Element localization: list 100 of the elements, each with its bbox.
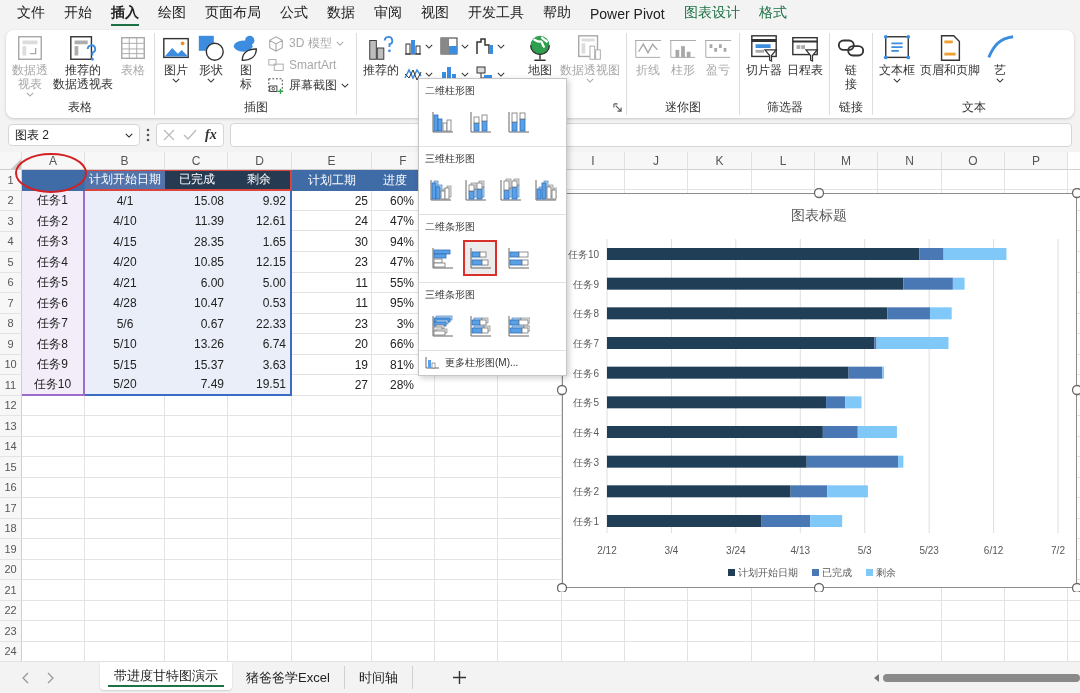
previous-sheet-icon[interactable]: [22, 671, 29, 684]
menu-tab[interactable]: 绘图: [149, 4, 195, 26]
row-header[interactable]: 4: [0, 231, 22, 252]
cancel-icon[interactable]: [163, 129, 175, 141]
table-cell: 5/20: [85, 375, 165, 396]
row-header[interactable]: 9: [0, 334, 22, 355]
column-chart-icon: [425, 357, 439, 369]
column-header[interactable]: C: [165, 152, 228, 170]
resize-handle[interactable]: [557, 384, 568, 396]
menu-tab[interactable]: 视图: [412, 4, 458, 26]
menu-tab[interactable]: Power Pivot: [581, 6, 674, 26]
table-cell: 任务3: [22, 231, 85, 252]
insert-function-button[interactable]: fx: [205, 127, 217, 143]
table-cell-text: 28%: [388, 377, 415, 395]
menu-tab[interactable]: 插入: [102, 4, 148, 26]
resize-handle[interactable]: [1071, 188, 1080, 199]
row-header[interactable]: 13: [0, 416, 22, 437]
table-cell: 5.00: [228, 272, 292, 293]
menu-tab[interactable]: 数据: [318, 4, 364, 26]
chevron-down-icon: [425, 43, 433, 49]
column-header[interactable]: P: [1005, 152, 1068, 170]
row-header[interactable]: 21: [0, 580, 22, 601]
row-header[interactable]: 10: [0, 354, 22, 375]
row-header[interactable]: 5: [0, 252, 22, 273]
row-header[interactable]: 11: [0, 375, 22, 396]
sheet-tab[interactable]: 时间轴: [344, 666, 413, 689]
row-header[interactable]: 23: [0, 621, 22, 642]
chart-type-button[interactable]: [474, 35, 506, 57]
ribbon-button[interactable]: 图片: [159, 33, 193, 83]
chevron-down-icon: [461, 43, 469, 49]
next-sheet-icon[interactable]: [47, 671, 54, 684]
sheet-tab[interactable]: 带进度甘特图演示: [100, 662, 232, 690]
ribbon-button[interactable]: 页眉和页脚: [918, 33, 982, 77]
row-header[interactable]: 2: [0, 190, 22, 211]
row-header[interactable]: 15: [0, 457, 22, 478]
ribbon-button[interactable]: 图 标: [229, 33, 263, 91]
resize-handle[interactable]: [1071, 582, 1080, 592]
row-header[interactable]: 20: [0, 559, 22, 580]
row-header[interactable]: 16: [0, 477, 22, 498]
column-header[interactable]: J: [625, 152, 688, 170]
row-header[interactable]: 14: [0, 436, 22, 457]
resize-handle[interactable]: [1071, 384, 1080, 396]
resize-handle[interactable]: [813, 582, 825, 592]
dialog-launcher-icon[interactable]: [613, 103, 622, 112]
table-cell: 任务9: [22, 354, 85, 375]
menu-tab[interactable]: 页面布局: [196, 4, 270, 26]
column-header[interactable]: N: [878, 152, 942, 170]
ribbon-button[interactable]: 推荐的: [361, 33, 401, 77]
column-header[interactable]: O: [942, 152, 1005, 170]
column-chart-icon: [428, 178, 453, 202]
column-header[interactable]: M: [815, 152, 878, 170]
legend-label: 计划开始日期: [738, 567, 798, 578]
resize-handle[interactable]: [813, 188, 825, 199]
bar-chart-icon: [468, 314, 492, 338]
more-charts-item[interactable]: 更多柱形图(M)...: [419, 351, 525, 375]
row-header[interactable]: 17: [0, 498, 22, 519]
ribbon-button[interactable]: 推荐的 数据透视表: [51, 33, 115, 91]
chevron-down-icon: [125, 132, 133, 138]
column-header[interactable]: B: [85, 152, 165, 170]
menu-tab[interactable]: 开始: [55, 4, 101, 26]
ribbon-button[interactable]: 链 接: [834, 33, 868, 91]
column-header[interactable]: E: [292, 152, 372, 170]
resize-handle[interactable]: [557, 582, 568, 592]
column-header[interactable]: D: [228, 152, 292, 170]
row-header[interactable]: 24: [0, 641, 22, 662]
ribbon-button[interactable]: 屏幕截图: [264, 75, 352, 96]
ribbon-button[interactable]: 切片器: [744, 33, 784, 77]
check-icon[interactable]: [183, 129, 197, 141]
axis-label: 任务4: [573, 427, 599, 438]
table-cell-text: 55%: [388, 274, 415, 292]
row-header[interactable]: 8: [0, 313, 22, 334]
row-header[interactable]: 1: [0, 170, 22, 191]
horizontal-scrollbar[interactable]: [874, 671, 1080, 684]
row-header[interactable]: 6: [0, 272, 22, 293]
menu-tab[interactable]: 格式: [749, 4, 796, 26]
ribbon-button[interactable]: 文本框: [877, 33, 917, 83]
sheet-tab[interactable]: 猪爸爸学Excel: [232, 666, 345, 689]
menu-tab[interactable]: 审阅: [365, 4, 411, 26]
row-header[interactable]: 7: [0, 293, 22, 314]
axis-label: 任务6: [573, 367, 599, 379]
name-box[interactable]: 图表 2: [8, 124, 140, 146]
column-header[interactable]: K: [688, 152, 752, 170]
column-header[interactable]: L: [752, 152, 815, 170]
section-title: 三维条形图: [425, 288, 475, 302]
chart-type-option[interactable]: [463, 240, 497, 276]
add-sheet-icon[interactable]: [452, 671, 466, 684]
ribbon-button[interactable]: 形状: [194, 33, 228, 83]
row-header[interactable]: 22: [0, 600, 22, 621]
row-header[interactable]: 3: [0, 211, 22, 232]
row-header[interactable]: 19: [0, 539, 22, 560]
ribbon-button[interactable]: 艺: [983, 33, 1017, 83]
column-chart-icon: [468, 110, 492, 134]
menu-tab[interactable]: 文件: [8, 4, 54, 26]
menu-tab[interactable]: 公式: [271, 4, 317, 26]
row-header[interactable]: 12: [0, 395, 22, 416]
menu-tab[interactable]: 开发工具: [459, 4, 533, 26]
row-header[interactable]: 18: [0, 518, 22, 539]
ribbon-button[interactable]: 日程表: [785, 33, 825, 77]
menu-tab[interactable]: 图表设计: [674, 4, 749, 26]
menu-tab[interactable]: 帮助: [534, 4, 580, 26]
